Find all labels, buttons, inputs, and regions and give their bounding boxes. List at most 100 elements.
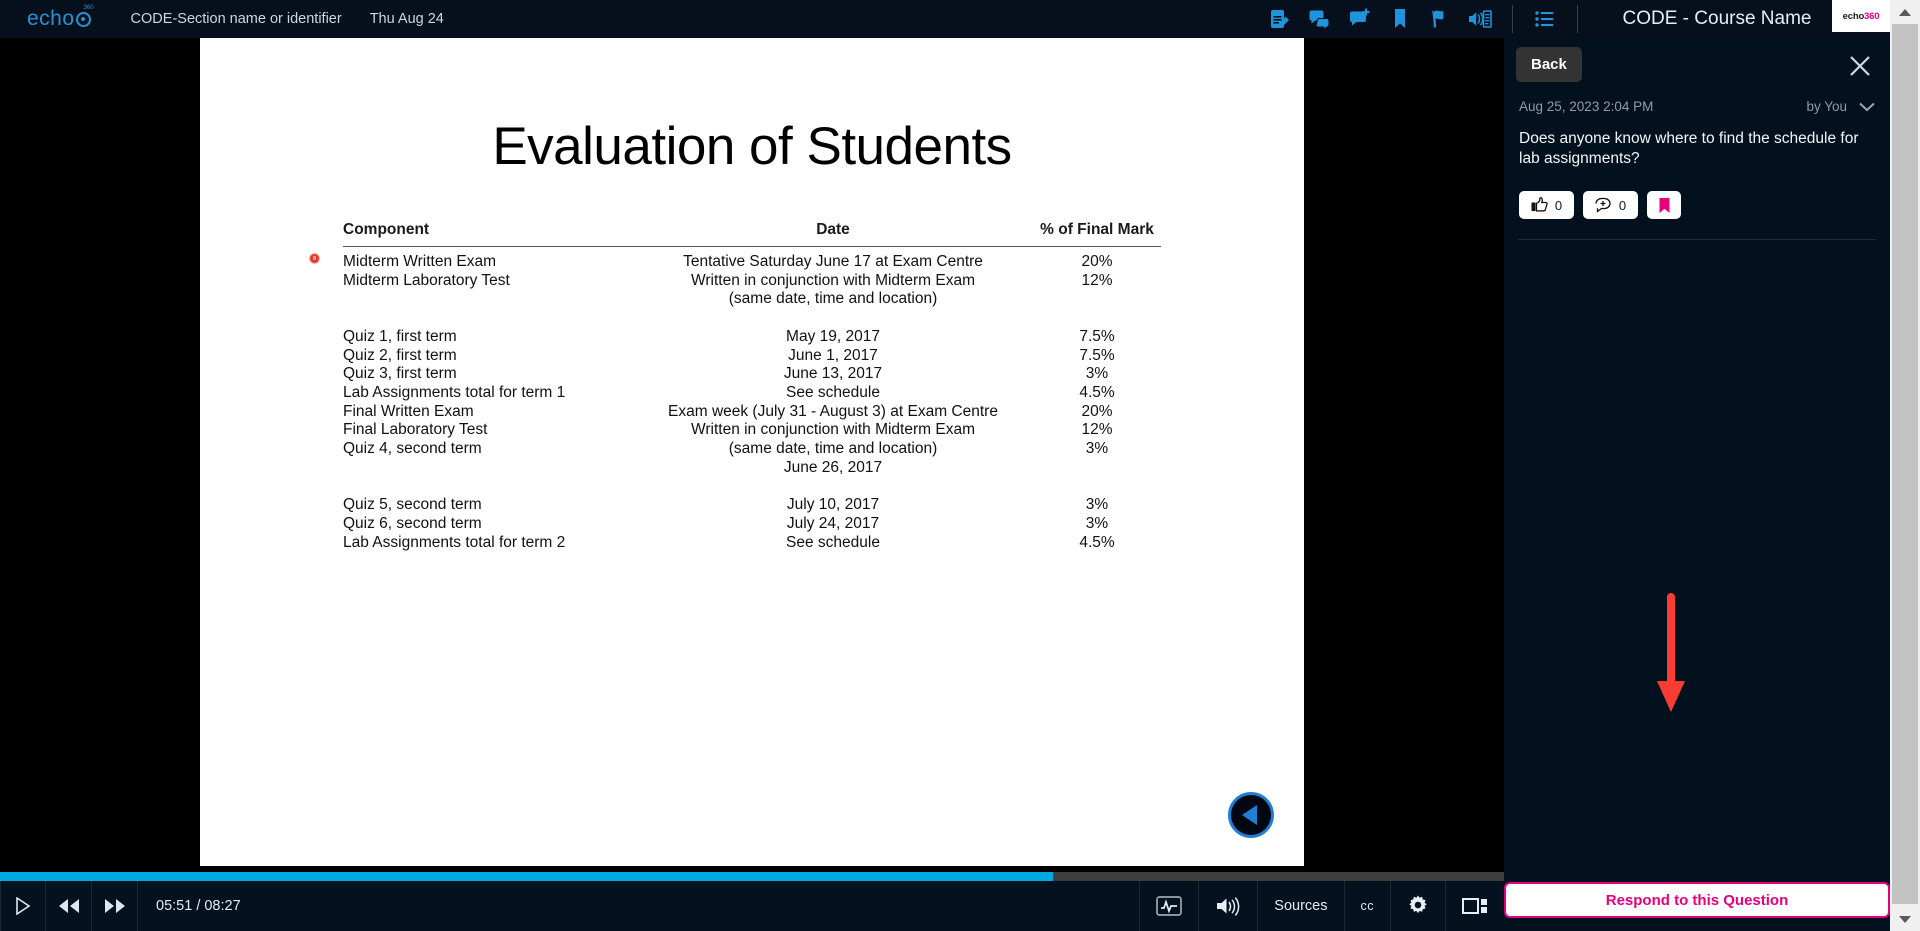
cell-percent [1033, 290, 1161, 309]
echo360-logo[interactable]: echo 360 [27, 5, 94, 31]
cell-percent: 12% [1081, 421, 1113, 439]
top-navigation-bar: echo 360 CODE-Section name or identifier… [0, 0, 1890, 38]
chevron-down-icon[interactable] [1859, 102, 1875, 112]
table-row: Midterm Laboratory Test Written in conju… [343, 272, 1161, 291]
closed-captions-button[interactable]: cc [1343, 881, 1391, 931]
column-header-percent: % of Final Mark [1033, 221, 1161, 247]
cell-percent: 20% [1081, 402, 1113, 420]
ask-question-icon[interactable] [1340, 0, 1380, 38]
cell-component: Quiz 3, first term [343, 365, 457, 383]
list-icon[interactable] [1525, 0, 1565, 38]
presentation-slide[interactable]: Evaluation of Students 0 Component Date … [200, 38, 1304, 866]
cell-component: Final Written Exam [343, 402, 474, 420]
playback-progress-bar[interactable] [0, 872, 1504, 881]
table-row: (same date, time and location) [343, 290, 1161, 309]
cell-percent: 3% [1085, 440, 1109, 458]
cell-component: Quiz 6, second term [343, 514, 482, 532]
table-row: Final Laboratory Test Written in conjunc… [343, 421, 1161, 440]
scrollbar-thumb[interactable] [1892, 24, 1918, 904]
respond-to-question-button[interactable]: Respond to this Question [1504, 882, 1890, 918]
cell-percent [1033, 309, 1161, 328]
player-right-controls: Sources cc [1139, 881, 1504, 931]
column-header-date: Date [633, 221, 1033, 247]
cell-component: Lab Assignments total for term 1 [343, 383, 566, 401]
layout-toggle-icon[interactable] [1445, 881, 1504, 931]
cell-component: Quiz 2, first term [343, 346, 457, 364]
cell-component [343, 477, 633, 496]
like-count: 0 [1554, 197, 1563, 213]
qa-panel-header: Back [1516, 38, 1878, 82]
evaluation-table-wrapper: 0 Component Date % of Final Mark Midterm… [309, 221, 1161, 552]
volume-icon[interactable] [1198, 881, 1257, 931]
question-detail-panel: Back Aug 25, 2023 2:04 PM by You Does an… [1504, 38, 1890, 931]
table-header-row: Component Date % of Final Mark [343, 221, 1161, 247]
cell-date: May 19, 2017 [786, 327, 880, 345]
cell-percent: 7.5% [1079, 327, 1115, 345]
back-button[interactable]: Back [1516, 47, 1582, 82]
notes-icon[interactable] [1260, 0, 1300, 38]
logo-ring-icon [75, 12, 91, 27]
cell-percent: 3% [1085, 514, 1109, 532]
cell-percent: 3% [1085, 496, 1109, 514]
page-scrollbar[interactable] [1890, 0, 1920, 931]
player-control-bar: 05:51 / 08:27 Sources cc [0, 881, 1504, 931]
cell-component: Quiz 1, first term [343, 327, 457, 345]
cell-date: (same date, time and location) [728, 440, 938, 458]
table-row: Quiz 6, second term July 24, 2017 3% [343, 515, 1161, 534]
question-author-group: by You [1806, 99, 1875, 114]
table-row-spacer [343, 477, 1161, 496]
table-row-spacer [343, 309, 1161, 328]
table-row: Final Written Exam Exam week (July 31 - … [343, 403, 1161, 422]
table-row: Lab Assignments total for term 2 See sch… [343, 534, 1161, 553]
gear-icon[interactable] [1390, 881, 1445, 931]
transcript-audio-icon[interactable] [1460, 0, 1500, 38]
brand-badge-echo: echo [1842, 10, 1865, 22]
cell-date: Tentative Saturday June 17 at Exam Centr… [683, 253, 983, 270]
cell-date [633, 477, 1033, 496]
previous-slide-button[interactable] [1228, 792, 1274, 838]
cell-date: Written in conjunction with Midterm Exam [691, 271, 975, 289]
topbar-icon-group [1260, 0, 1590, 38]
sources-button[interactable]: Sources [1257, 881, 1343, 931]
question-timestamp: Aug 25, 2023 2:04 PM [1519, 99, 1654, 114]
cell-date: Exam week (July 31 - August 3) at Exam C… [668, 402, 998, 420]
section-name-label: CODE-Section name or identifier [130, 11, 342, 27]
table-row: Lab Assignments total for term 1 See sch… [343, 384, 1161, 403]
evaluation-table: Component Date % of Final Mark Midterm W… [343, 221, 1161, 552]
brand-badge-360: 360 [1864, 10, 1880, 22]
left-arrow-icon [1242, 805, 1257, 825]
bookmark-icon[interactable] [1380, 0, 1420, 38]
engagement-marker-icon[interactable]: 0 [309, 253, 320, 264]
cell-component [343, 290, 633, 309]
reply-button[interactable]: 0 [1583, 191, 1638, 219]
cell-date: See schedule [786, 383, 880, 401]
close-icon[interactable] [1845, 51, 1875, 81]
flag-icon[interactable] [1420, 0, 1460, 38]
cell-component: Midterm Written Exam [343, 253, 497, 270]
cell-component: Final Laboratory Test [343, 421, 488, 439]
table-row: Quiz 1, first term May 19, 2017 7.5% [343, 328, 1161, 347]
cell-component: Lab Assignments total for term 2 [343, 533, 566, 551]
question-action-buttons: 0 0 [1516, 191, 1878, 219]
cell-date [633, 309, 1033, 328]
table-row: June 26, 2017 [343, 459, 1161, 478]
cell-date: (same date, time and location) [728, 290, 938, 308]
rewind-button[interactable] [46, 881, 92, 931]
analytics-icon[interactable] [1139, 881, 1198, 931]
table-row: Quiz 4, second term (same date, time and… [343, 440, 1161, 459]
cell-percent: 4.5% [1079, 533, 1115, 551]
like-button[interactable]: 0 [1519, 191, 1574, 219]
cell-percent: 12% [1081, 271, 1113, 289]
bookmark-button[interactable] [1647, 191, 1681, 219]
toolbar-divider-1 [1512, 5, 1513, 33]
discussions-icon[interactable] [1300, 0, 1340, 38]
fast-forward-button[interactable] [92, 881, 138, 931]
play-button[interactable] [0, 881, 46, 931]
cell-component: Midterm Laboratory Test [343, 271, 510, 289]
table-row: Quiz 2, first term June 1, 2017 7.5% [343, 347, 1161, 366]
scroll-down-button[interactable] [1890, 907, 1920, 931]
chevron-up-icon [1899, 8, 1911, 16]
scroll-up-button[interactable] [1890, 0, 1920, 24]
class-date-label: Thu Aug 24 [369, 11, 444, 27]
cell-component: Quiz 4, second term [343, 440, 482, 458]
